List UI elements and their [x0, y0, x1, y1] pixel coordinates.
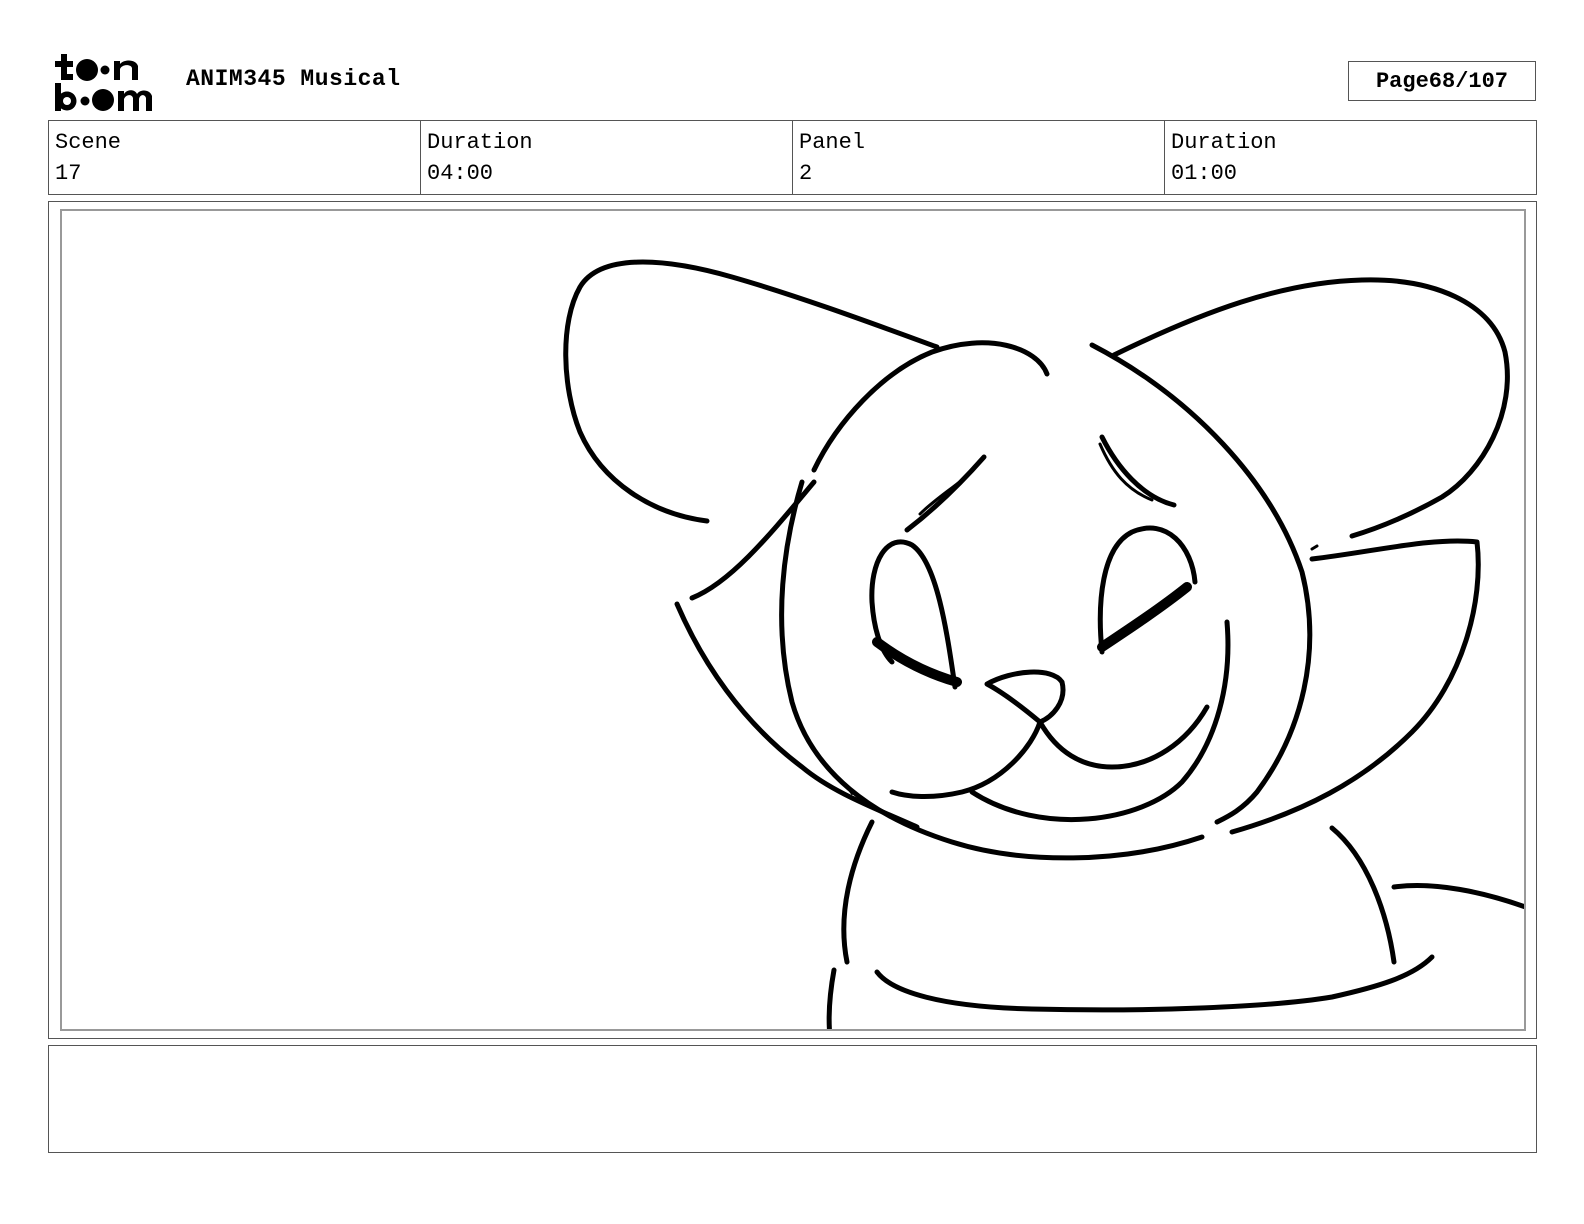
arm-stroke: [874, 954, 1435, 1013]
mouth-stroke: [889, 719, 1043, 800]
panel-notes-box: [48, 1045, 1537, 1153]
left-ear-stroke: [563, 259, 940, 524]
scene-duration-cell: Duration 04:00: [421, 121, 793, 194]
body-left-stroke: [826, 819, 875, 1029]
panel-image-area: [60, 209, 1526, 1031]
cat-sketch-drawing: [563, 259, 1524, 1029]
scene-duration-value: 04:00: [427, 161, 494, 186]
panel-label: Panel: [799, 130, 866, 155]
right-eyelid-stroke: [1097, 582, 1192, 652]
body-right-stroke: [1329, 825, 1397, 965]
scene-value: 17: [55, 161, 82, 186]
panel-value: 2: [799, 161, 813, 186]
nose-stroke: [984, 669, 1066, 725]
scene-duration-label: Duration: [427, 130, 533, 155]
toon-boom-logo: [55, 54, 152, 111]
project-title: ANIM345 Musical: [186, 66, 401, 92]
right-hair-stroke: [1229, 538, 1481, 835]
left-hair-stroke: [674, 479, 920, 830]
page-number: 68/107: [1428, 68, 1509, 94]
right-ear-stroke: [1111, 277, 1510, 539]
panel-duration-cell: Duration 01:00: [1165, 121, 1536, 194]
page-indicator: Page 68/107: [1348, 61, 1536, 101]
scene-label: Scene: [55, 130, 122, 155]
right-brow-stroke: [1099, 434, 1177, 508]
head-top-stroke: [811, 340, 1050, 473]
panel-duration-value: 01:00: [1171, 161, 1238, 186]
tail-stroke: [1391, 883, 1524, 910]
panel-duration-label: Duration: [1171, 130, 1277, 155]
scene-cell: Scene 17: [49, 121, 421, 194]
panel-info-row: Scene 17 Duration 04:00 Panel 2 Duration…: [48, 120, 1537, 195]
panel-cell: Panel 2: [793, 121, 1165, 194]
page-label: Page: [1375, 68, 1429, 94]
